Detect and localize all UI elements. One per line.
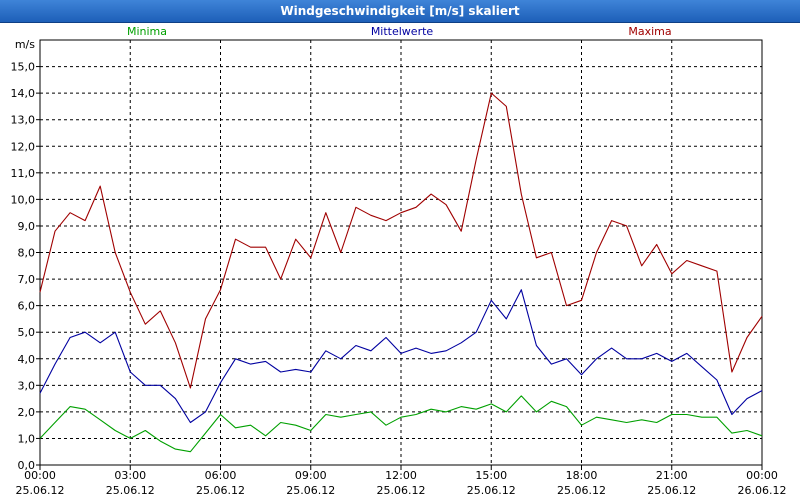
x-tick-time-label: 00:00 <box>746 469 778 482</box>
y-tick-label: 15,0 <box>11 61 36 74</box>
x-tick-time-label: 18:00 <box>566 469 598 482</box>
y-tick-label: 5,0 <box>18 326 36 339</box>
y-tick-label: 11,0 <box>11 167 36 180</box>
y-tick-label: 3,0 <box>18 379 36 392</box>
legend-entry-mittelwerte: Mittelwerte <box>371 25 434 38</box>
x-tick-date-label: 26.06.12 <box>738 484 787 497</box>
x-tick-date-label: 25.06.12 <box>286 484 335 497</box>
y-tick-label: 4,0 <box>18 353 36 366</box>
y-tick-label: 1,0 <box>18 432 36 445</box>
legend-entry-maxima: Maxima <box>628 25 671 38</box>
y-axis-label: m/s <box>15 38 35 51</box>
x-tick-date-label: 25.06.12 <box>467 484 516 497</box>
y-tick-label: 8,0 <box>18 247 36 260</box>
x-tick-date-label: 25.06.12 <box>647 484 696 497</box>
x-tick-time-label: 09:00 <box>295 469 327 482</box>
x-tick-date-label: 25.06.12 <box>106 484 155 497</box>
x-tick-time-label: 12:00 <box>385 469 417 482</box>
x-tick-time-label: 00:00 <box>24 469 56 482</box>
x-tick-time-label: 06:00 <box>205 469 237 482</box>
y-tick-label: 10,0 <box>11 193 36 206</box>
y-tick-label: 2,0 <box>18 406 36 419</box>
y-tick-label: 6,0 <box>18 300 36 313</box>
x-tick-time-label: 21:00 <box>656 469 688 482</box>
y-tick-label: 9,0 <box>18 220 36 233</box>
x-tick-date-label: 25.06.12 <box>377 484 426 497</box>
x-tick-date-label: 25.06.12 <box>557 484 606 497</box>
legend-entry-minima: Minima <box>127 25 167 38</box>
x-tick-date-label: 25.06.12 <box>16 484 65 497</box>
x-tick-date-label: 25.06.12 <box>196 484 245 497</box>
x-tick-time-label: 03:00 <box>114 469 146 482</box>
wind-speed-chart: 0,01,02,03,04,05,06,07,08,09,010,011,012… <box>11 25 787 497</box>
y-tick-label: 13,0 <box>11 114 36 127</box>
x-tick-time-label: 15:00 <box>475 469 507 482</box>
y-tick-label: 14,0 <box>11 87 36 100</box>
y-tick-label: 12,0 <box>11 140 36 153</box>
y-tick-label: 7,0 <box>18 273 36 286</box>
